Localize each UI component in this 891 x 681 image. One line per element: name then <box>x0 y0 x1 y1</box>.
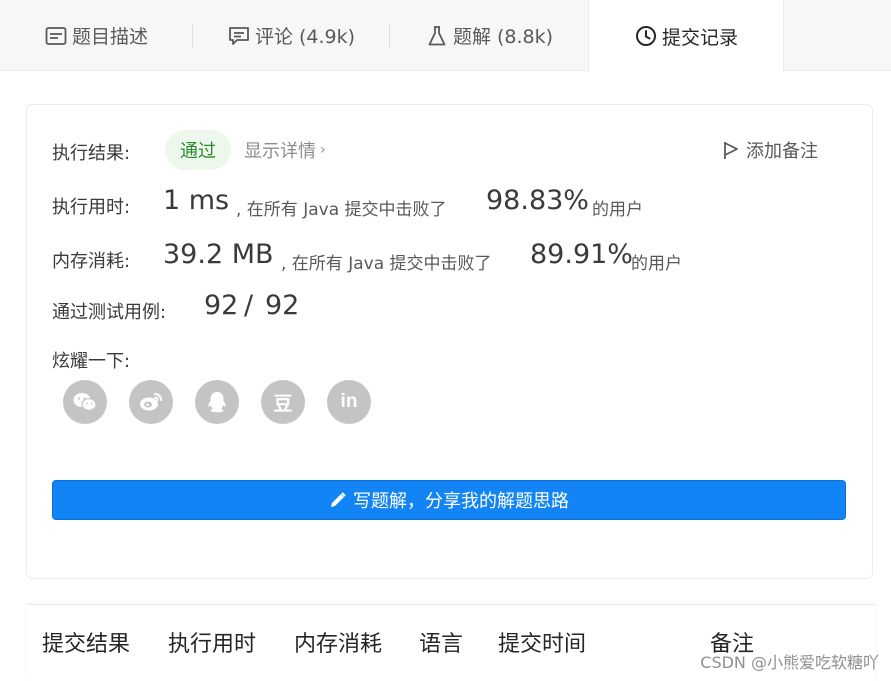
add-note-button[interactable]: 添加备注 <box>722 137 818 163</box>
runtime-suffix: 的用户 <box>592 200 643 220</box>
tab-comments[interactable]: 评论 (4.9k) <box>193 0 389 71</box>
show-details-label: 显示详情 <box>244 141 316 162</box>
wechat-icon[interactable] <box>63 380 107 424</box>
column-header-language[interactable]: 语言 <box>419 626 463 658</box>
share-label: 炫耀一下: <box>52 351 131 372</box>
description-icon <box>44 24 68 48</box>
tab-submissions-label: 提交记录 <box>661 26 738 49</box>
memory-label: 内存消耗: <box>52 251 131 272</box>
flag-icon <box>722 140 740 160</box>
memory-value: 39.2 MB <box>163 239 274 270</box>
tab-description-label: 题目描述 <box>71 26 148 48</box>
flask-icon <box>425 24 449 48</box>
tab-solutions[interactable]: 题解 (8.8k) <box>390 0 588 71</box>
column-header-memory[interactable]: 内存消耗 <box>294 626 382 658</box>
linkedin-glyph: in <box>340 391 358 412</box>
column-header-runtime[interactable]: 执行用时 <box>168 626 256 658</box>
runtime-beat-text: , 在所有 Java 提交中击败了 <box>236 200 447 220</box>
tests-separator: / <box>244 290 254 321</box>
write-solution-label: 写题解，分享我的解题思路 <box>353 491 569 512</box>
douban-glyph: 豆 <box>273 392 293 415</box>
memory-percent: 89.91% <box>530 239 633 270</box>
clock-icon <box>634 24 658 48</box>
runtime-percent: 98.83% <box>486 185 589 216</box>
chevron-right-icon: › <box>320 142 326 158</box>
runtime-value: 1 ms <box>163 185 230 216</box>
column-header-status[interactable]: 提交结果 <box>42 626 130 658</box>
write-solution-button[interactable]: 写题解，分享我的解题思路 <box>52 480 846 520</box>
tab-submissions[interactable]: 提交记录 <box>588 0 784 72</box>
tests-passed: 92 <box>204 290 239 321</box>
weibo-icon[interactable] <box>129 380 173 424</box>
tab-bar: 题目描述 评论 (4.9k) 题解 (8.8k) 提交记录 <box>0 0 891 72</box>
status-badge: 通过 <box>165 130 231 170</box>
comment-icon <box>227 24 251 48</box>
tests-label: 通过测试用例: <box>52 302 167 323</box>
result-label: 执行结果: <box>52 143 131 164</box>
add-note-label: 添加备注 <box>746 141 818 162</box>
douban-icon[interactable]: 豆 <box>261 380 305 424</box>
memory-suffix: 的用户 <box>631 254 682 274</box>
tab-description[interactable]: 题目描述 <box>0 0 192 71</box>
qq-icon[interactable] <box>195 380 239 424</box>
runtime-label: 执行用时: <box>52 197 131 218</box>
pencil-icon <box>329 491 347 509</box>
tab-comments-label: 评论 (4.9k) <box>254 26 356 48</box>
tests-total: 92 <box>265 290 300 321</box>
watermark: CSDN @小熊爱吃软糖吖 <box>700 653 879 672</box>
column-header-time[interactable]: 提交时间 <box>498 626 586 658</box>
linkedin-icon[interactable]: in <box>327 380 371 424</box>
tab-solutions-label: 题解 (8.8k) <box>452 26 554 48</box>
memory-beat-text: , 在所有 Java 提交中击败了 <box>281 254 492 274</box>
show-details-link[interactable]: 显示详情 › <box>244 137 326 163</box>
